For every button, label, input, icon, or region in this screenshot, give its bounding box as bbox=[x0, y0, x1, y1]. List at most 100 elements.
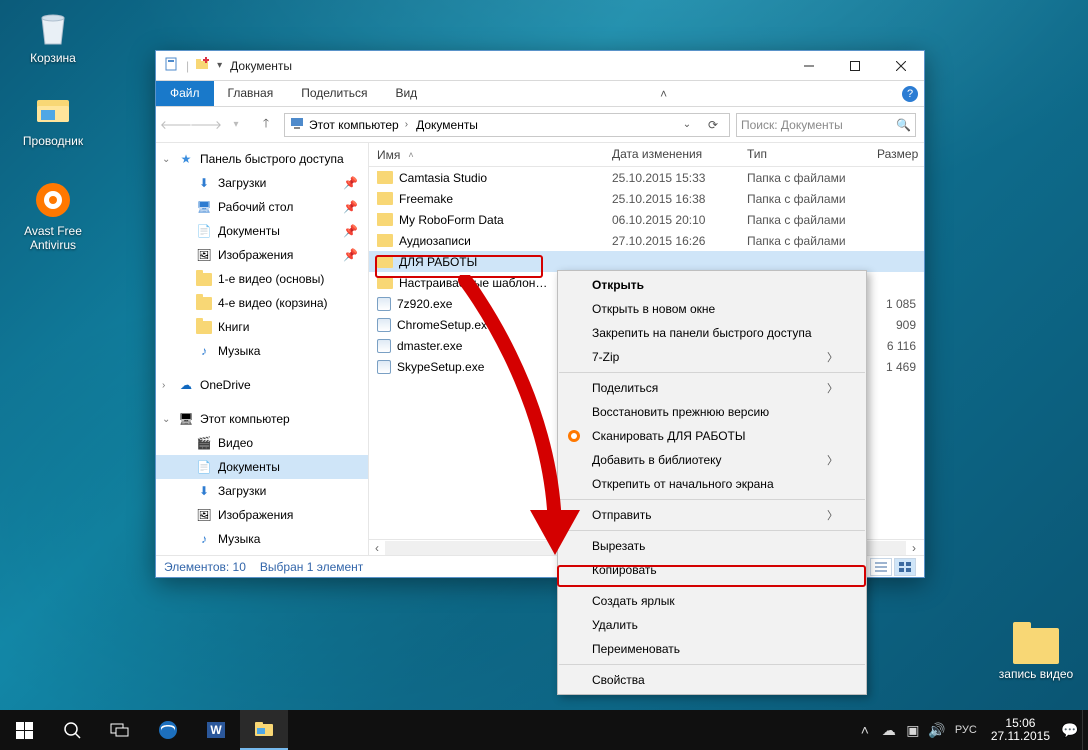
nav-quick-access[interactable]: ⌄★Панель быстрого доступа bbox=[156, 147, 368, 171]
nav-pc-downloads[interactable]: ⬇Загрузки bbox=[156, 479, 368, 503]
tray-clock[interactable]: 15:06 27.11.2015 bbox=[983, 717, 1058, 743]
desktop-icon-avast[interactable]: Avast Free Antivirus bbox=[15, 179, 91, 252]
maximize-button[interactable] bbox=[832, 51, 878, 81]
file-row[interactable]: ДЛЯ РАБОТЫ bbox=[369, 251, 924, 272]
menu-pin-quick-access[interactable]: Закрепить на панели быстрого доступа bbox=[558, 321, 866, 345]
menu-7zip[interactable]: 7-Zip〉 bbox=[558, 345, 866, 369]
file-row[interactable]: Freemake25.10.2015 16:38Папка с файлами bbox=[369, 188, 924, 209]
menu-delete[interactable]: Удалить bbox=[558, 613, 866, 637]
task-view-button[interactable] bbox=[96, 710, 144, 750]
ribbon-tab-home[interactable]: Главная bbox=[214, 81, 288, 106]
nav-recent-dropdown[interactable]: ▾ bbox=[224, 113, 248, 137]
nav-video4[interactable]: 4-е видео (корзина) bbox=[156, 291, 368, 315]
nav-documents[interactable]: 📄Документы📌 bbox=[156, 219, 368, 243]
nav-books[interactable]: Книги bbox=[156, 315, 368, 339]
expand-icon[interactable]: › bbox=[162, 380, 165, 391]
breadcrumb-documents[interactable]: Документы bbox=[412, 118, 482, 132]
menu-scan-avast[interactable]: Сканировать ДЛЯ РАБОТЫ bbox=[558, 424, 866, 448]
title-bar[interactable]: | ▾ Документы bbox=[156, 51, 924, 81]
start-button[interactable] bbox=[0, 710, 48, 750]
taskbar-explorer[interactable] bbox=[240, 710, 288, 750]
nav-pc-documents[interactable]: 📄Документы bbox=[156, 455, 368, 479]
show-desktop-button[interactable] bbox=[1082, 710, 1088, 750]
nav-this-pc[interactable]: ⌄🖥Этот компьютер bbox=[156, 407, 368, 431]
tray-onedrive-icon[interactable]: ☁ bbox=[877, 710, 901, 750]
scroll-left-icon[interactable]: ‹ bbox=[369, 541, 385, 555]
refresh-button[interactable]: ⟳ bbox=[701, 113, 725, 137]
file-row[interactable]: Camtasia Studio25.10.2015 15:33Папка с ф… bbox=[369, 167, 924, 188]
qat-properties-icon[interactable] bbox=[164, 56, 180, 75]
ribbon-collapse[interactable]: ˄ bbox=[650, 81, 678, 106]
folder-icon bbox=[196, 321, 212, 334]
tray-volume-icon[interactable]: 🔊 bbox=[925, 710, 949, 750]
column-name[interactable]: Имя˄ bbox=[369, 143, 604, 166]
pin-icon: 📌 bbox=[343, 248, 358, 262]
menu-share[interactable]: Поделиться〉 bbox=[558, 376, 866, 400]
column-size[interactable]: Размер bbox=[869, 143, 927, 166]
nav-pictures[interactable]: 🖼Изображения📌 bbox=[156, 243, 368, 267]
nav-up-button[interactable]: 🡑 bbox=[254, 113, 278, 137]
view-icons-button[interactable] bbox=[894, 558, 916, 576]
nav-video1[interactable]: 1-е видео (основы) bbox=[156, 267, 368, 291]
nav-downloads[interactable]: ⬇Загрузки📌 bbox=[156, 171, 368, 195]
desktop-icon-explorer[interactable]: Проводник bbox=[15, 89, 91, 148]
file-row[interactable]: Аудиозаписи27.10.2015 16:26Папка с файла… bbox=[369, 230, 924, 251]
folder-icon bbox=[377, 234, 393, 247]
column-type[interactable]: Тип bbox=[739, 143, 869, 166]
nav-back-button[interactable]: 🡐 bbox=[164, 113, 188, 137]
tray-input-lang[interactable]: РУС bbox=[949, 710, 983, 750]
menu-copy[interactable]: Копировать bbox=[558, 558, 866, 582]
explorer-icon bbox=[32, 89, 74, 131]
menu-send-to[interactable]: Отправить〉 bbox=[558, 503, 866, 527]
expand-icon[interactable]: ⌄ bbox=[162, 414, 170, 425]
nav-desktop[interactable]: 🖥Рабочий стол📌 bbox=[156, 195, 368, 219]
taskbar[interactable]: W ˄ ☁ ▣ 🔊 РУС 15:06 27.11.2015 💬 bbox=[0, 710, 1088, 750]
menu-add-to-library[interactable]: Добавить в библиотеку〉 bbox=[558, 448, 866, 472]
navigation-pane[interactable]: ⌄★Панель быстрого доступа ⬇Загрузки📌 🖥Ра… bbox=[156, 143, 369, 555]
nav-pc-music[interactable]: ♪Музыка bbox=[156, 527, 368, 551]
view-details-button[interactable] bbox=[870, 558, 892, 576]
tray-expand-icon[interactable]: ˄ bbox=[853, 710, 877, 750]
ribbon-tab-share[interactable]: Поделиться bbox=[287, 81, 381, 106]
taskbar-word[interactable]: W bbox=[192, 710, 240, 750]
nav-pc-pictures[interactable]: 🖼Изображения bbox=[156, 503, 368, 527]
search-button[interactable] bbox=[48, 710, 96, 750]
expand-icon[interactable]: ⌄ bbox=[162, 154, 170, 165]
ribbon-tab-file[interactable]: Файл bbox=[156, 81, 214, 106]
help-button[interactable]: ? bbox=[902, 86, 918, 102]
column-date[interactable]: Дата изменения bbox=[604, 143, 739, 166]
nav-music[interactable]: ♪Музыка bbox=[156, 339, 368, 363]
menu-cut[interactable]: Вырезать bbox=[558, 534, 866, 558]
tray-video-icon[interactable]: ▣ bbox=[901, 710, 925, 750]
search-input[interactable]: Поиск: Документы 🔍 bbox=[736, 113, 916, 137]
scroll-right-icon[interactable]: › bbox=[906, 541, 922, 555]
nav-pc-video[interactable]: 🎬Видео bbox=[156, 431, 368, 455]
menu-rename[interactable]: Переименовать bbox=[558, 637, 866, 661]
cell-date: 06.10.2015 20:10 bbox=[604, 213, 739, 227]
desktop[interactable]: Корзина Проводник Avast Free Antivirus з… bbox=[0, 0, 1088, 750]
desktop-icon-recycle-bin[interactable]: Корзина bbox=[15, 6, 91, 65]
nav-onedrive[interactable]: ›☁OneDrive bbox=[156, 373, 368, 397]
breadcrumb-this-pc[interactable]: Этот компьютер› bbox=[305, 118, 412, 132]
menu-restore-previous[interactable]: Восстановить прежнюю версию bbox=[558, 400, 866, 424]
minimize-button[interactable] bbox=[786, 51, 832, 81]
tray-notifications-icon[interactable]: 💬 bbox=[1058, 710, 1082, 750]
qat-newfolder-icon[interactable] bbox=[195, 56, 211, 75]
menu-properties[interactable]: Свойства bbox=[558, 668, 866, 692]
menu-open-new-window[interactable]: Открыть в новом окне bbox=[558, 297, 866, 321]
file-row[interactable]: My RoboForm Data06.10.2015 20:10Папка с … bbox=[369, 209, 924, 230]
nav-forward-button[interactable]: 🡒 bbox=[194, 113, 218, 137]
menu-open[interactable]: Открыть bbox=[558, 273, 866, 297]
taskbar-edge[interactable] bbox=[144, 710, 192, 750]
menu-separator bbox=[559, 585, 865, 586]
menu-unpin-start[interactable]: Открепить от начального экрана bbox=[558, 472, 866, 496]
address-bar[interactable]: Этот компьютер› Документы ⌄ ⟳ bbox=[284, 113, 730, 137]
desktop-icon-record-video[interactable]: запись видео bbox=[998, 628, 1074, 681]
close-button[interactable] bbox=[878, 51, 924, 81]
ribbon-tabs: Файл Главная Поделиться Вид ˄ ? bbox=[156, 81, 924, 107]
menu-create-shortcut[interactable]: Создать ярлык bbox=[558, 589, 866, 613]
ribbon-tab-view[interactable]: Вид bbox=[381, 81, 431, 106]
folder-icon bbox=[377, 192, 393, 205]
address-dropdown[interactable]: ⌄ bbox=[675, 113, 699, 137]
qat-dropdown-icon[interactable]: ▾ bbox=[217, 60, 222, 71]
